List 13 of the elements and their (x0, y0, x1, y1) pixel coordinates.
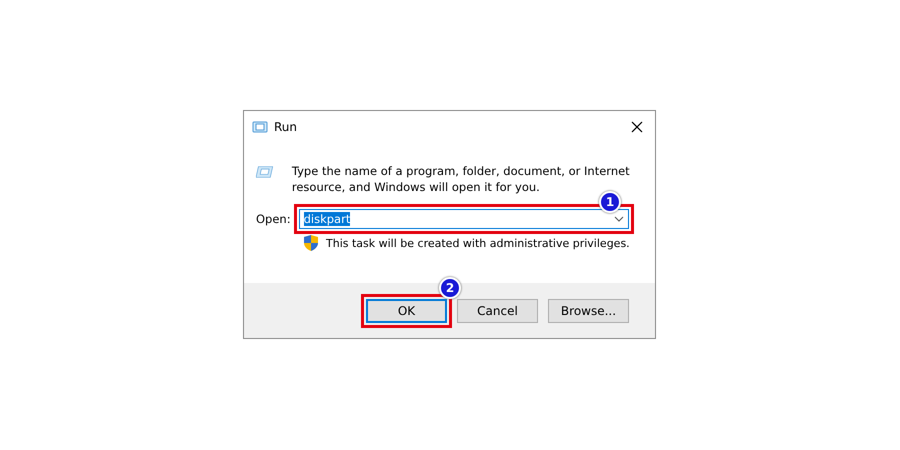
admin-note: This task will be created with administrative privileges. (326, 236, 630, 250)
close-icon[interactable] (631, 121, 643, 133)
browse-button[interactable]: Browse... (548, 298, 629, 322)
step-number: 1 (599, 191, 621, 213)
window-title: Run (274, 120, 298, 134)
shield-icon (304, 235, 318, 251)
ok-button[interactable]: OK (366, 298, 447, 322)
cancel-button[interactable]: Cancel (457, 298, 538, 322)
chevron-down-icon[interactable] (614, 216, 624, 222)
run-icon (252, 121, 268, 133)
field-value: diskpart (304, 212, 350, 226)
open-label: Open: (256, 212, 291, 226)
step-number: 2 (439, 276, 461, 298)
